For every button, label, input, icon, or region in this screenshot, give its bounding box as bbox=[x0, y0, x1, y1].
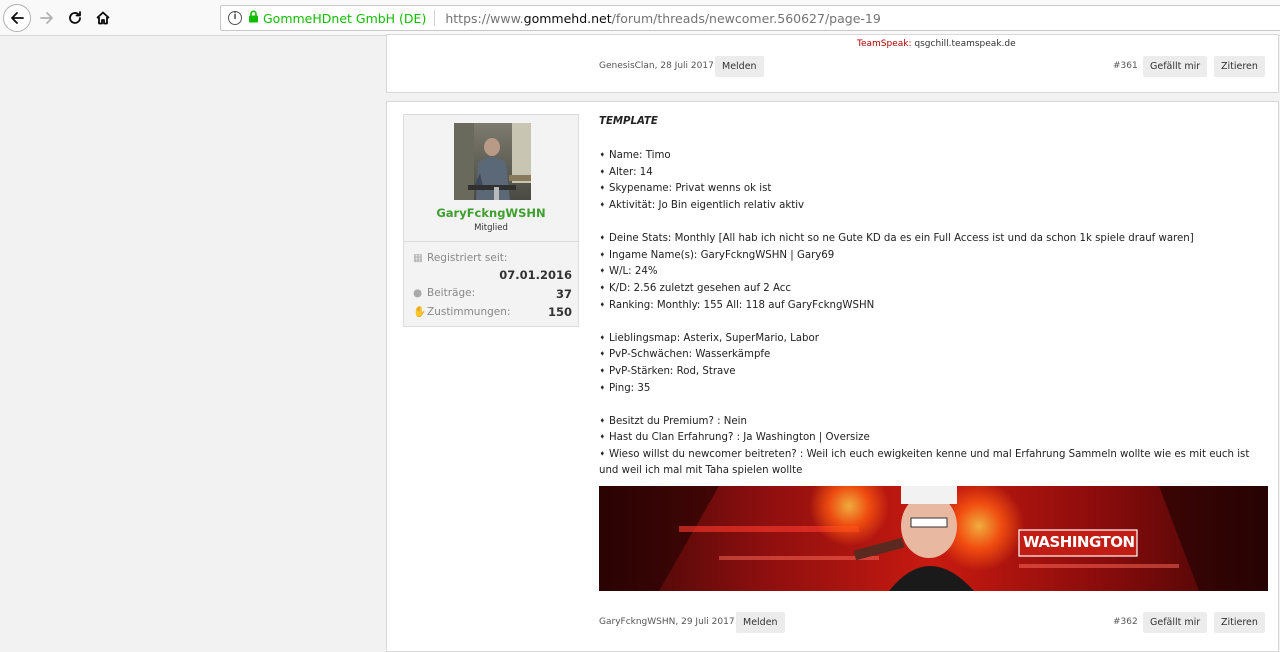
message-line: ➧ Skypename: Privat wenns ok ist bbox=[599, 180, 1269, 197]
bullet-icon: ➧ bbox=[599, 183, 606, 193]
registered-value: 07.01.2016 bbox=[499, 268, 572, 282]
message-line: ➧ K/D: 2.56 zuletzt gesehen auf 2 Acc bbox=[599, 280, 1269, 297]
message-line: ➧ Lieblingsmap: Asterix, SuperMario, Labo… bbox=[599, 330, 1269, 347]
post-meta[interactable]: GaryFckngWSHN, 29 Juli 2017 bbox=[599, 617, 735, 627]
bullet-icon: ➧ bbox=[599, 332, 606, 342]
url-text[interactable]: https://www.gommehd.net/forum/threads/ne… bbox=[445, 11, 880, 26]
info-icon[interactable]: i bbox=[228, 11, 242, 25]
forum-content: TeamSpeak: qsgchill.teamspeak.de Genesis… bbox=[0, 34, 1280, 652]
bullet-icon: ➧ bbox=[599, 233, 606, 243]
home-button[interactable] bbox=[89, 4, 117, 32]
message-line: ➧ Wieso willst du newcomer beitreten? : W… bbox=[599, 446, 1269, 480]
avatar[interactable] bbox=[454, 123, 531, 200]
arrow-left-icon bbox=[11, 12, 24, 24]
bullet-icon: ➧ bbox=[599, 150, 606, 160]
post-meta[interactable]: GenesisClan, 28 Juli 2017 bbox=[599, 61, 714, 71]
message-line: ➧ Alter: 14 bbox=[599, 164, 1269, 181]
bullet-icon: ➧ bbox=[599, 282, 606, 292]
forum-post: TeamSpeak: qsgchill.teamspeak.de Genesis… bbox=[386, 34, 1279, 93]
report-button[interactable]: Melden bbox=[736, 612, 785, 633]
message-line: ➧ Ping: 35 bbox=[599, 380, 1269, 397]
reload-icon bbox=[69, 11, 81, 24]
site-identity[interactable]: GommeHDnet GmbH (DE) bbox=[263, 11, 426, 26]
forward-button[interactable] bbox=[33, 4, 61, 32]
arrow-right-icon bbox=[40, 12, 53, 24]
username[interactable]: GaryFckngWSHN bbox=[404, 206, 578, 220]
bullet-icon: ➧ bbox=[599, 166, 606, 176]
message-line: ➧ Aktivität: Jo Bin eigentlich relativ ak… bbox=[599, 197, 1269, 214]
bullet-icon: ➧ bbox=[599, 349, 606, 359]
bullet-icon: ➧ bbox=[599, 249, 606, 259]
like-button[interactable]: Gefällt mir bbox=[1143, 612, 1208, 633]
message-line: ➧ Ranking: Monthly: 155 All: 118 auf Gary… bbox=[599, 297, 1269, 314]
post-message: TEMPLATE ➧ Name: Timo ➧ Alter: 14 ➧ Skypena… bbox=[599, 114, 1269, 480]
bullet-icon: ➧ bbox=[599, 365, 606, 375]
message-title: TEMPLATE bbox=[599, 116, 658, 127]
home-icon bbox=[96, 11, 110, 25]
reload-button[interactable] bbox=[61, 4, 89, 32]
bullet-icon: ➧ bbox=[599, 299, 606, 309]
browser-toolbar: i GommeHDnet GmbH (DE) https://www.gomme… bbox=[0, 0, 1280, 36]
bullet-icon: ➧ bbox=[599, 199, 606, 209]
bullet-icon: ➧ bbox=[599, 448, 606, 458]
message-line: ➧ Name: Timo bbox=[599, 147, 1269, 164]
teamspeak-line: TeamSpeak: qsgchill.teamspeak.de bbox=[857, 39, 1016, 49]
back-button[interactable] bbox=[3, 4, 31, 32]
user-card: GaryFckngWSHN Mitglied ▦ Registriert seit… bbox=[403, 114, 579, 327]
post-footer: GaryFckngWSHN, 29 Juli 2017 Melden #362 … bbox=[599, 612, 1266, 634]
user-role: Mitglied bbox=[474, 223, 508, 233]
forum-post: GaryFckngWSHN Mitglied ▦ Registriert seit… bbox=[386, 101, 1279, 652]
quote-button[interactable]: Zitieren bbox=[1214, 56, 1265, 77]
thumbs-up-icon: ✋ bbox=[413, 306, 427, 318]
post-footer: GenesisClan, 28 Juli 2017 Melden #361 Ge… bbox=[599, 56, 1266, 78]
message-line: ➧ Besitzt du Premium? : Nein bbox=[599, 413, 1269, 430]
lock-icon bbox=[248, 10, 259, 27]
message-line: ➧ PvP-Schwächen: Wasserkämpfe bbox=[599, 346, 1269, 363]
message-line: ➧ Deine Stats: Monthly [All hab ich nicht… bbox=[599, 230, 1269, 247]
bullet-icon: ➧ bbox=[599, 382, 606, 392]
posts-value: 37 bbox=[555, 287, 572, 301]
message-line: ➧ Hast du Clan Erfahrung? : Ja Washington… bbox=[599, 429, 1269, 446]
bullet-icon: ➧ bbox=[599, 266, 606, 276]
url-bar[interactable]: i GommeHDnet GmbH (DE) https://www.gomme… bbox=[220, 5, 1280, 31]
url-separator bbox=[434, 10, 436, 26]
banner-text: WASHINGTON bbox=[1023, 533, 1135, 551]
message-line: ➧ W/L: 24% bbox=[599, 263, 1269, 280]
calendar-icon: ▦ bbox=[413, 252, 423, 264]
likes-value: 150 bbox=[547, 305, 572, 319]
like-button[interactable]: Gefällt mir bbox=[1143, 56, 1208, 77]
post-number[interactable]: #361 bbox=[1113, 61, 1138, 71]
post-number[interactable]: #362 bbox=[1113, 617, 1138, 627]
signature-banner: WASHINGTON bbox=[599, 486, 1268, 591]
likes-stat: ✋Zustimmungen: 150 bbox=[413, 305, 572, 319]
registered-stat: ▦ Registriert seit: bbox=[413, 252, 508, 264]
quote-button[interactable]: Zitieren bbox=[1214, 612, 1265, 633]
bullet-icon: ➧ bbox=[599, 415, 606, 425]
message-line: ➧ Ingame Name(s): GaryFckngWSHN | Gary69 bbox=[599, 247, 1269, 264]
report-button[interactable]: Melden bbox=[715, 56, 764, 77]
posts-stat: ● Beiträge: 37 bbox=[413, 287, 572, 301]
message-line: ➧ PvP-Stärken: Rod, Strave bbox=[599, 363, 1269, 380]
divider bbox=[404, 241, 578, 242]
speech-bubble-icon: ● bbox=[413, 287, 423, 299]
bullet-icon: ➧ bbox=[599, 432, 606, 442]
